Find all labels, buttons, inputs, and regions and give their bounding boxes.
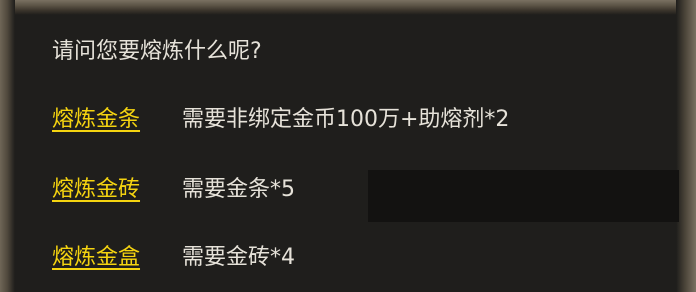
dialog-border-right — [676, 0, 696, 292]
option-row-gold-bar: 熔炼金条 需要非绑定金币100万+助熔剂*2 — [52, 100, 509, 134]
gold-box-requirement: 需要金砖*4 — [182, 245, 295, 270]
dialog-prompt: 请问您要熔炼什么呢? — [52, 39, 262, 64]
smelt-gold-bar-link[interactable]: 熔炼金条 — [52, 101, 182, 133]
smelt-gold-brick-link[interactable]: 熔炼金砖 — [52, 171, 182, 203]
npc-dialog: 请问您要熔炼什么呢? 熔炼金条 需要非绑定金币100万+助熔剂*2 熔炼金砖 需… — [0, 0, 696, 292]
gold-bar-requirement: 需要非绑定金币100万+助熔剂*2 — [182, 107, 510, 132]
dialog-border-top — [0, 0, 696, 15]
obscured-region — [368, 170, 679, 222]
gold-brick-requirement: 需要金条*5 — [182, 177, 295, 202]
option-row-gold-brick: 熔炼金砖 需要金条*5 — [52, 170, 295, 204]
smelt-gold-box-link[interactable]: 熔炼金盒 — [52, 239, 182, 271]
dialog-border-left — [0, 0, 15, 292]
option-row-gold-box: 熔炼金盒 需要金砖*4 — [52, 238, 295, 272]
